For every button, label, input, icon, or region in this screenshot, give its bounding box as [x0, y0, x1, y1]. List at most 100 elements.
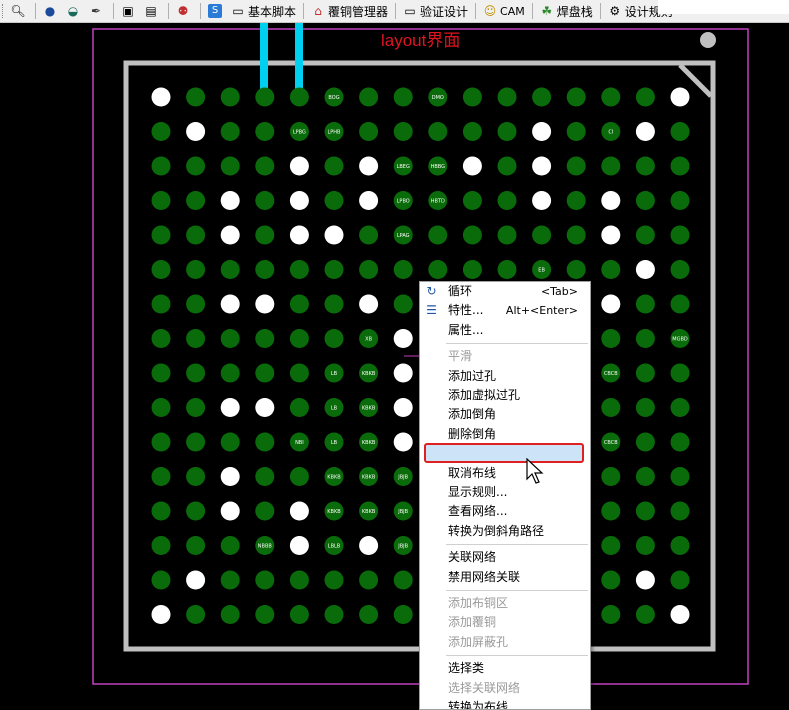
bga-pad[interactable]: [635, 605, 655, 624]
bga-pad[interactable]: [255, 225, 275, 245]
bga-pad[interactable]: [670, 398, 690, 417]
bga-pad[interactable]: [151, 501, 171, 521]
bga-pad[interactable]: [151, 87, 171, 107]
menu-item[interactable]: 添加虚拟过孔: [420, 386, 590, 405]
bga-pad[interactable]: [635, 260, 655, 279]
bga-pad[interactable]: [601, 501, 621, 521]
bga-pad[interactable]: [151, 363, 171, 383]
bga-pad[interactable]: [601, 570, 621, 590]
bga-pad[interactable]: [393, 398, 413, 417]
bga-pad[interactable]: [359, 570, 379, 590]
bga-pad[interactable]: [601, 467, 621, 486]
menu-item[interactable]: 选择类: [420, 659, 590, 678]
bga-pad[interactable]: [289, 467, 309, 486]
menu-item[interactable]: 查看网络...: [420, 502, 590, 521]
menu-item[interactable]: 转换为布线: [420, 698, 590, 709]
bga-pad[interactable]: [635, 398, 655, 417]
bga-pad[interactable]: [255, 156, 275, 176]
copper-manager-button[interactable]: ⌂ 覆铜管理器: [308, 1, 391, 21]
verify-button[interactable]: ▭ 验证设计: [400, 1, 471, 21]
menu-item[interactable]: 关联网络: [420, 548, 590, 567]
bga-pad[interactable]: [566, 260, 586, 279]
bga-pad[interactable]: [635, 432, 655, 452]
bga-pad[interactable]: [601, 191, 621, 210]
bga-pad[interactable]: [220, 87, 240, 107]
bga-pad[interactable]: [255, 122, 275, 141]
cam-button[interactable]: ☺ CAM: [480, 1, 528, 21]
bga-pad[interactable]: [428, 122, 448, 141]
bga-pad[interactable]: [151, 122, 171, 141]
bga-pad[interactable]: [186, 605, 206, 624]
bga-pad[interactable]: [324, 225, 344, 245]
bga-pad[interactable]: [670, 605, 690, 624]
menu-item[interactable]: 删除倒角: [420, 425, 590, 444]
bga-pad[interactable]: [186, 432, 206, 452]
bga-pad[interactable]: [497, 225, 517, 245]
bga-pad[interactable]: [151, 260, 171, 279]
bga-pad[interactable]: [670, 501, 690, 521]
bga-pad[interactable]: [635, 363, 655, 383]
bga-pad[interactable]: [359, 294, 379, 314]
menu-item[interactable]: ☰ 特性... Alt+<Enter>: [420, 301, 590, 320]
bga-pad[interactable]: [566, 122, 586, 141]
bga-pad[interactable]: [151, 570, 171, 590]
bga-pad[interactable]: [359, 87, 379, 107]
bga-pad[interactable]: [601, 398, 621, 417]
bga-pad[interactable]: [601, 294, 621, 314]
bga-pad[interactable]: [289, 294, 309, 314]
bga-pad[interactable]: [186, 570, 206, 590]
bga-pad[interactable]: [220, 191, 240, 210]
zoom-q-button[interactable]: ⚉: [173, 1, 196, 21]
bga-pad[interactable]: [289, 398, 309, 417]
bga-pad[interactable]: [220, 329, 240, 348]
bga-pad[interactable]: [635, 225, 655, 245]
brush-button[interactable]: ✒: [86, 1, 109, 21]
bga-pad[interactable]: [566, 156, 586, 176]
bga-pad[interactable]: [566, 225, 586, 245]
bga-pad[interactable]: [220, 501, 240, 521]
bga-pad[interactable]: [601, 87, 621, 107]
bga-pad[interactable]: [186, 156, 206, 176]
bga-pad[interactable]: [324, 260, 344, 279]
trace-segment[interactable]: [260, 22, 268, 92]
bga-pad[interactable]: [186, 191, 206, 210]
bga-pad[interactable]: [601, 225, 621, 245]
bga-pad[interactable]: [497, 122, 517, 141]
bga-pad[interactable]: [255, 432, 275, 452]
bga-pad[interactable]: [670, 87, 690, 107]
bga-pad[interactable]: [532, 191, 552, 210]
bga-pad[interactable]: [289, 570, 309, 590]
bga-pad[interactable]: [393, 260, 413, 279]
bga-pad[interactable]: [670, 294, 690, 314]
bga-pad[interactable]: [186, 294, 206, 314]
bga-pad[interactable]: [670, 156, 690, 176]
bga-pad[interactable]: [255, 467, 275, 486]
menu-item[interactable]: 取消布线: [420, 464, 590, 483]
search-button[interactable]: 🔍︎: [8, 1, 31, 21]
bga-pad[interactable]: [255, 501, 275, 521]
bga-pad[interactable]: [151, 191, 171, 210]
bga-pad[interactable]: [324, 605, 344, 624]
bga-pad[interactable]: [359, 605, 379, 624]
bga-pad[interactable]: [186, 501, 206, 521]
bga-pad[interactable]: [359, 156, 379, 176]
bga-pad[interactable]: [670, 260, 690, 279]
bga-pad[interactable]: [462, 260, 482, 279]
bga-pad[interactable]: [497, 191, 517, 210]
bga-pad[interactable]: [186, 225, 206, 245]
bga-pad[interactable]: [151, 398, 171, 417]
bga-pad[interactable]: [324, 156, 344, 176]
solder-button[interactable]: ☘ 焊盘栈: [537, 1, 596, 21]
bga-pad[interactable]: [220, 363, 240, 383]
bga-pad[interactable]: [566, 191, 586, 210]
bga-pad[interactable]: [186, 329, 206, 348]
bga-pad[interactable]: [289, 329, 309, 348]
bga-pad[interactable]: [151, 294, 171, 314]
bga-pad[interactable]: [670, 225, 690, 245]
bga-pad[interactable]: [289, 536, 309, 555]
bga-pad[interactable]: [151, 467, 171, 486]
bga-pad[interactable]: [186, 467, 206, 486]
bga-pad[interactable]: [220, 260, 240, 279]
bga-pad[interactable]: [220, 570, 240, 590]
script-button[interactable]: S: [205, 1, 228, 21]
